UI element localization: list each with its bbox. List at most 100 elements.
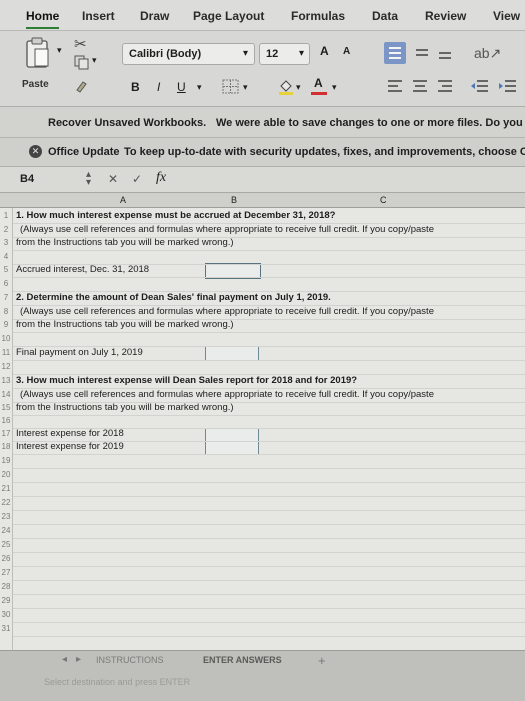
paste-dropdown-icon[interactable]: ▾ xyxy=(57,45,62,56)
row-header[interactable]: 12 xyxy=(0,362,12,371)
text-orientation-icon[interactable]: ab↗ xyxy=(474,45,501,62)
tab-draw[interactable]: Draw xyxy=(140,9,169,23)
row-header[interactable]: 13 xyxy=(0,376,12,385)
align-bottom-icon[interactable] xyxy=(434,42,456,64)
row-header[interactable]: 3 xyxy=(0,238,12,247)
row-header[interactable]: 1 xyxy=(0,211,12,220)
interest-2018-input[interactable] xyxy=(205,428,259,442)
row-header[interactable]: 27 xyxy=(0,568,12,577)
name-box[interactable]: B4 xyxy=(20,173,34,185)
increase-indent-icon[interactable] xyxy=(496,76,518,96)
interest-2019-input[interactable] xyxy=(205,441,259,455)
row-gridline xyxy=(13,360,525,361)
grow-font-button[interactable]: A xyxy=(320,44,329,58)
paste-icon[interactable] xyxy=(24,37,52,73)
row-gridline xyxy=(13,524,525,525)
row-header[interactable]: 28 xyxy=(0,582,12,591)
row-header[interactable]: 29 xyxy=(0,596,12,605)
sheet-tab-enter-answers[interactable]: ENTER ANSWERS xyxy=(203,655,282,665)
font-size-select[interactable]: 12 ▾ xyxy=(259,43,310,65)
tab-data[interactable]: Data xyxy=(372,9,398,23)
close-icon[interactable]: ✕ xyxy=(29,145,42,158)
row-header[interactable]: 10 xyxy=(0,334,12,343)
bold-button[interactable]: B xyxy=(131,80,140,94)
font-color-button[interactable]: A xyxy=(311,76,327,96)
row-header[interactable]: 26 xyxy=(0,554,12,563)
add-sheet-button[interactable]: + xyxy=(318,653,326,668)
row-gridline xyxy=(13,264,525,265)
scroll-left-icon[interactable]: ◂ xyxy=(62,654,67,665)
row-header[interactable]: 4 xyxy=(0,252,12,261)
row-gridline xyxy=(13,346,525,347)
tab-review[interactable]: Review xyxy=(425,9,466,23)
final-payment-label: Final payment on July 1, 2019 xyxy=(16,347,143,358)
row-header[interactable]: 9 xyxy=(0,320,12,329)
row-header[interactable]: 20 xyxy=(0,470,12,479)
underline-button[interactable]: U xyxy=(177,80,186,94)
row-header[interactable]: 21 xyxy=(0,484,12,493)
row-gridline xyxy=(13,482,525,483)
font-color-dropdown-icon[interactable]: ▾ xyxy=(332,82,337,93)
format-painter-icon[interactable] xyxy=(74,77,90,93)
row-header[interactable]: 30 xyxy=(0,610,12,619)
font-size-value: 12 xyxy=(266,48,279,60)
fill-color-dropdown-icon[interactable]: ▾ xyxy=(296,82,301,93)
row-header[interactable]: 19 xyxy=(0,456,12,465)
cancel-edit-button[interactable]: ✕ xyxy=(108,172,118,186)
column-header-b[interactable]: B xyxy=(231,195,237,205)
row-gridline xyxy=(13,636,525,637)
final-payment-input[interactable] xyxy=(205,346,259,361)
row-gridline xyxy=(13,237,525,238)
tab-home[interactable]: Home xyxy=(26,9,60,29)
font-name-select[interactable]: Calibri (Body) ▾ xyxy=(122,43,255,65)
align-top-button[interactable] xyxy=(384,42,406,64)
copy-dropdown-icon[interactable]: ▾ xyxy=(92,55,97,66)
row-header[interactable]: 22 xyxy=(0,498,12,507)
underline-dropdown-icon[interactable]: ▾ xyxy=(197,82,202,93)
row-header[interactable]: 24 xyxy=(0,526,12,535)
row-header[interactable]: 5 xyxy=(0,265,12,274)
row-header[interactable]: 7 xyxy=(0,293,12,302)
italic-button[interactable]: I xyxy=(157,80,160,94)
tab-insert[interactable]: Insert xyxy=(82,9,115,23)
decrease-indent-icon[interactable] xyxy=(468,76,490,96)
sheet-tab-bar: ◂ ▸ INSTRUCTIONS ENTER ANSWERS + Select … xyxy=(0,650,525,701)
recover-message[interactable]: We were able to save changes to one or m… xyxy=(216,117,525,129)
row-header[interactable]: 16 xyxy=(0,416,12,425)
align-center-icon[interactable] xyxy=(409,76,431,96)
name-box-stepper-icon[interactable]: ▴ ▾ xyxy=(86,170,91,188)
row-header[interactable]: 25 xyxy=(0,540,12,549)
row-header[interactable]: 18 xyxy=(0,442,12,451)
row-header[interactable]: 31 xyxy=(0,624,12,633)
row-header[interactable]: 2 xyxy=(0,225,12,234)
align-right-icon[interactable] xyxy=(434,76,456,96)
row-header[interactable]: 23 xyxy=(0,512,12,521)
borders-icon[interactable] xyxy=(222,79,239,94)
confirm-edit-button[interactable]: ✓ xyxy=(132,172,142,186)
formula-bar: B4 ▴ ▾ ✕ ✓ fx xyxy=(0,167,525,193)
scroll-right-icon[interactable]: ▸ xyxy=(76,654,81,665)
sheet-tab-instructions[interactable]: INSTRUCTIONS xyxy=(96,655,164,665)
row-header[interactable]: 8 xyxy=(0,307,12,316)
tab-view[interactable]: View xyxy=(493,9,520,23)
borders-dropdown-icon[interactable]: ▾ xyxy=(243,82,248,93)
update-message[interactable]: To keep up-to-date with security updates… xyxy=(124,146,525,158)
row-header[interactable]: 17 xyxy=(0,429,12,438)
row-header[interactable]: 15 xyxy=(0,403,12,412)
column-header-c[interactable]: C xyxy=(380,195,387,205)
row-gridline xyxy=(13,277,525,278)
tab-formulas[interactable]: Formulas xyxy=(291,9,345,23)
row-header[interactable]: 6 xyxy=(0,279,12,288)
copy-icon[interactable] xyxy=(74,55,90,70)
shrink-font-button[interactable]: A xyxy=(343,46,350,57)
cut-icon[interactable]: ✂ xyxy=(74,35,87,53)
column-header-a[interactable]: A xyxy=(120,195,126,205)
row-header[interactable]: 14 xyxy=(0,390,12,399)
tab-page-layout[interactable]: Page Layout xyxy=(193,9,264,23)
worksheet-grid[interactable]: 1 2 3 4 5 6 7 8 9 10 11 12 13 14 15 16 17 18 19 20 21 22 23 24 2… xyxy=(0,208,525,650)
row-header[interactable]: 11 xyxy=(0,348,12,357)
align-left-icon[interactable] xyxy=(384,76,406,96)
insert-function-button[interactable]: fx xyxy=(156,170,166,186)
fill-color-icon[interactable] xyxy=(278,78,294,95)
align-middle-icon[interactable] xyxy=(411,42,433,64)
